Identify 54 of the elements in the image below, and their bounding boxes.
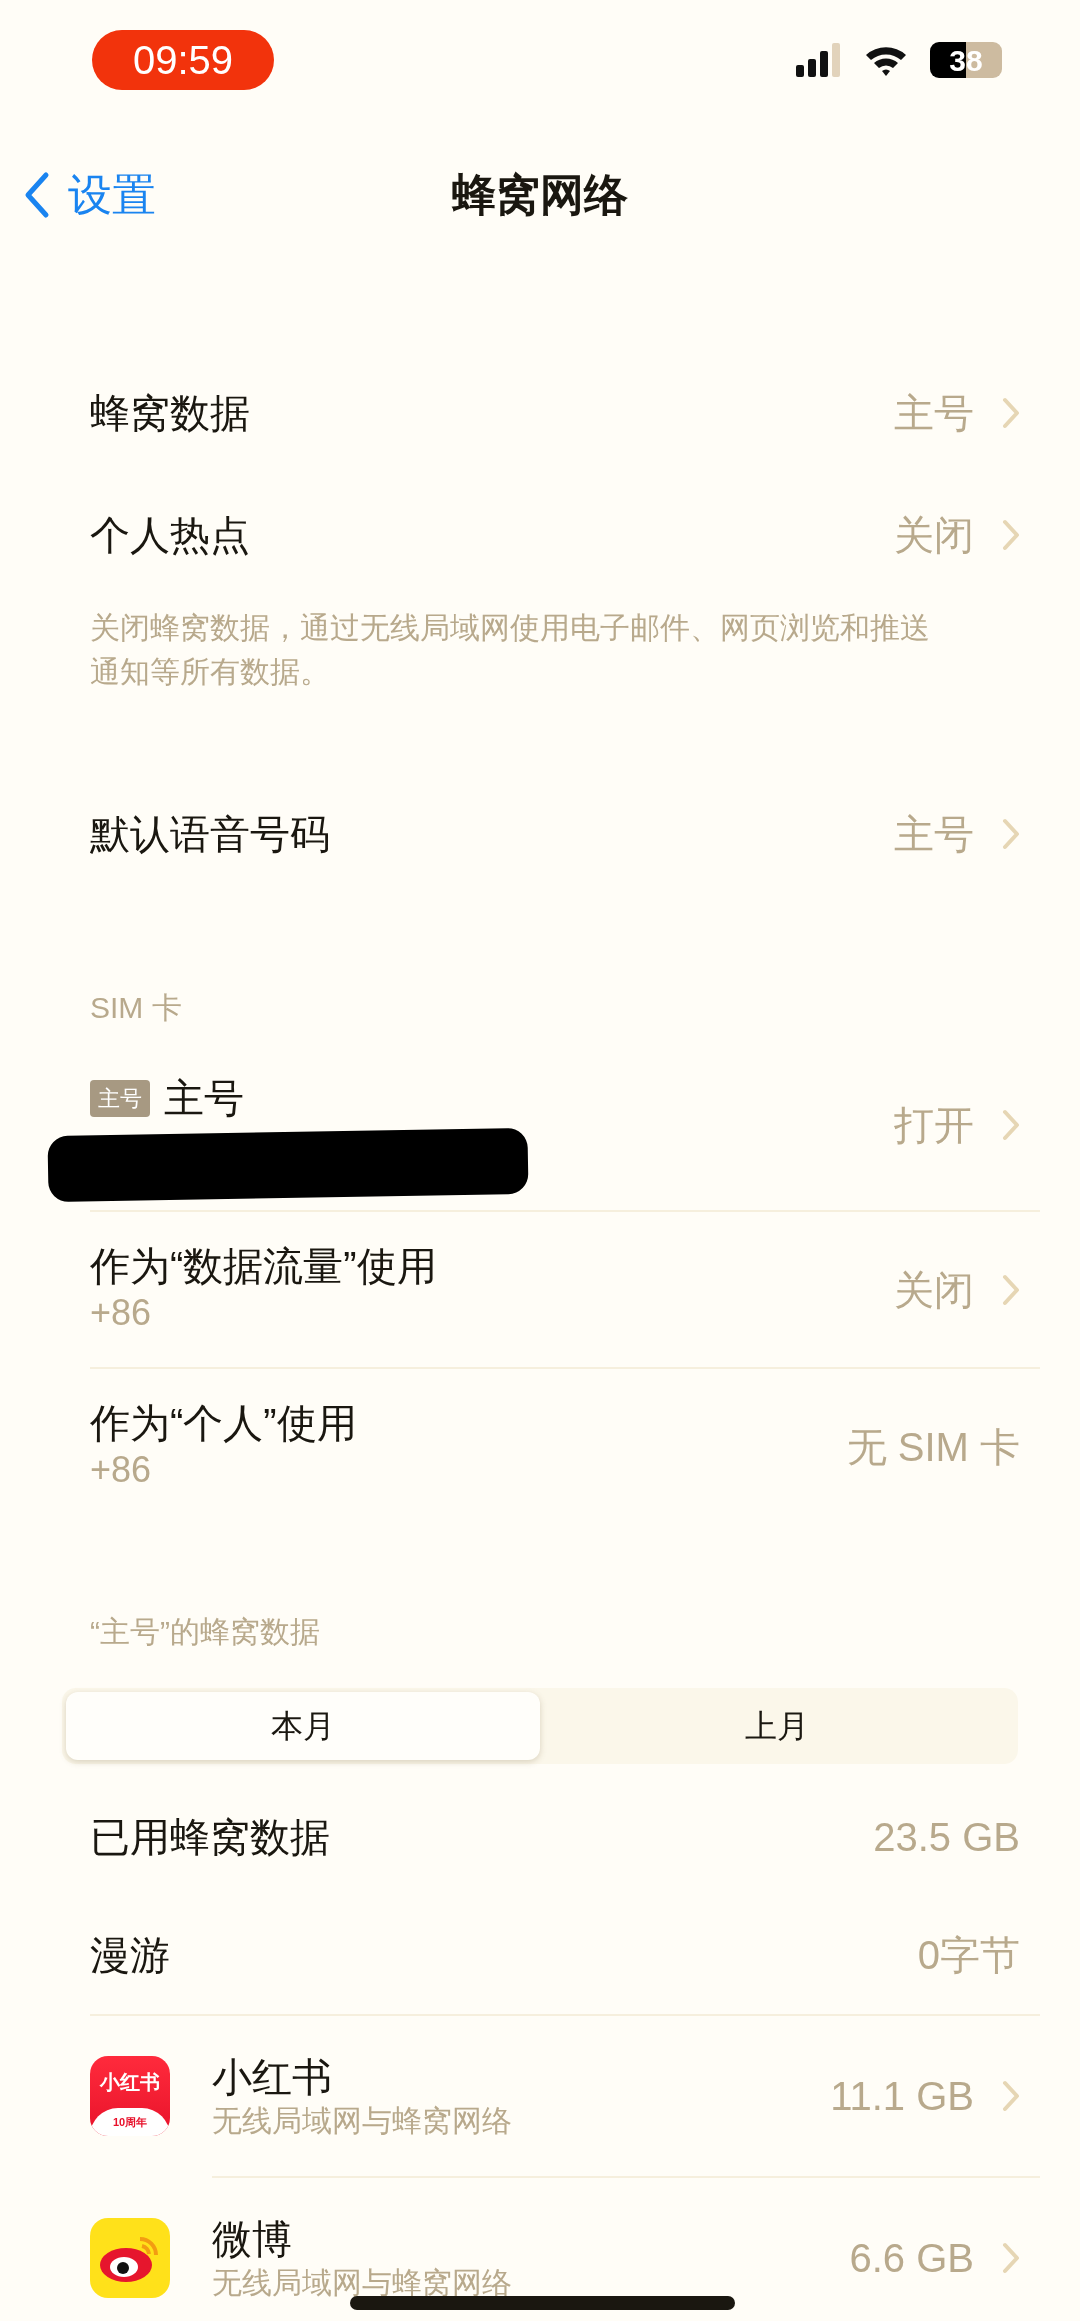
eye-logo-icon: [90, 2218, 170, 2298]
row-value: 关闭: [894, 512, 974, 559]
row-label: 小红书: [212, 2053, 332, 2101]
row-label: 个人热点: [90, 512, 250, 559]
sim-badge: 主号: [90, 1079, 150, 1117]
row-value: 11.1 GB: [830, 2073, 974, 2120]
back-chevron-icon: [24, 171, 50, 219]
row-label: 已用蜂窝数据: [90, 1814, 330, 1861]
chevron-icon: [1002, 519, 1020, 551]
row-value: 无 SIM 卡: [846, 1423, 1020, 1471]
row-value: 0字节: [917, 1932, 1020, 1979]
settings-row[interactable]: 作为“个人”使用 +86 无 SIM 卡: [0, 1369, 1080, 1524]
segment-tab[interactable]: 上月: [540, 1692, 1014, 1760]
page-title: 蜂窝网络: [452, 169, 628, 221]
row-label: 主号: [164, 1075, 244, 1122]
chevron-icon: [1002, 818, 1020, 850]
settings-row[interactable]: 作为“数据流量”使用 +86 关闭: [0, 1212, 1080, 1367]
section-header: SIM 卡: [89, 990, 183, 1026]
row-sublabel: 无线局域网与蜂窝网络: [212, 2102, 513, 2139]
settings-row[interactable]: 已用蜂窝数据 23.5 GB: [0, 1778, 1080, 1896]
chevron-icon: [1002, 397, 1020, 429]
row-label: 漫游: [90, 1932, 170, 1979]
row-value: 6.6 GB: [849, 2235, 974, 2282]
back-button[interactable]: 设置: [0, 162, 156, 228]
row-sublabel: +86: [90, 1291, 153, 1336]
row-label: 默认语音号码: [90, 811, 330, 858]
settings-row[interactable]: 主号 主号 打开: [0, 1040, 1080, 1210]
section-footer: 关闭蜂窝数据，通过无线局域网使用电子邮件、网页浏览和推送通知等所有数据。: [0, 606, 1080, 693]
app-icon: 小红书 10周年: [90, 2056, 170, 2136]
app-row[interactable]: 小红书 10周年 小红书 无线局域网与蜂窝网络 11.1 GB: [0, 2016, 1080, 2176]
row-sublabel: +86: [90, 1448, 153, 1493]
row-label: 作为“数据流量”使用: [90, 1243, 437, 1291]
chevron-icon: [1002, 2242, 1020, 2274]
time-pill: 09:59: [92, 30, 274, 90]
signal-icon: [796, 43, 842, 77]
row-value: 关闭: [894, 1266, 974, 1314]
chevron-icon: [1002, 1109, 1020, 1141]
row-value: 打开: [894, 1102, 974, 1149]
row-sublabel: 无线局域网与蜂窝网络: [212, 2264, 513, 2301]
row-value: 23.5 GB: [873, 1814, 1020, 1861]
settings-row[interactable]: 个人热点 关闭: [0, 474, 1080, 596]
chevron-icon: [1002, 1273, 1020, 1306]
row-value: 主号: [894, 390, 974, 437]
section-header: “主号”的蜂窝数据: [89, 1614, 321, 1650]
settings-row[interactable]: 默认语音号码 主号: [0, 773, 1080, 895]
chevron-icon: [1002, 2080, 1020, 2112]
row-label: 蜂窝数据: [90, 390, 250, 437]
battery-level: 38: [948, 42, 984, 78]
row-label: 作为“个人”使用: [90, 1400, 357, 1448]
segment-tab[interactable]: 本月: [66, 1692, 540, 1760]
row-label: 微博: [212, 2215, 292, 2263]
row-value: 主号: [894, 811, 974, 858]
settings-row[interactable]: 蜂窝数据 主号: [0, 352, 1080, 474]
settings-row[interactable]: 漫游 0字节: [0, 1896, 1080, 2014]
